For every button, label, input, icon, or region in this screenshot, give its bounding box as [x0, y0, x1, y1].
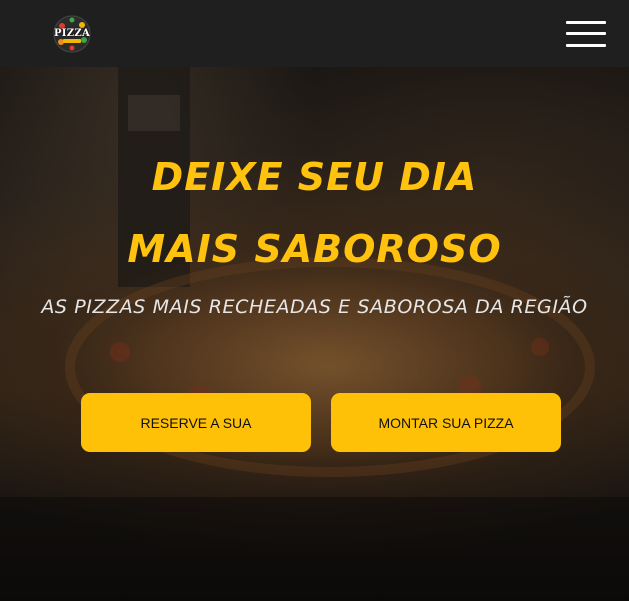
navbar: PIZZA	[0, 0, 629, 67]
menu-bar-middle	[566, 32, 606, 35]
menu-bar-top	[566, 20, 606, 24]
logo-text: PIZZA	[53, 28, 91, 39]
reserve-button[interactable]: RESERVE A SUA	[81, 393, 311, 452]
headline-line-2: MAIS SABOROSO	[127, 227, 502, 271]
pizza-logo[interactable]: PIZZA	[53, 14, 91, 53]
menu-bar-bottom	[566, 43, 606, 47]
headline-line-1: DEIXE SEU DIA	[151, 155, 478, 199]
hamburger-menu-icon[interactable]	[566, 20, 606, 47]
build-pizza-button[interactable]: MONTAR SUA PIZZA	[331, 393, 561, 452]
hero-section: DEIXE SEU DIA MAIS SABOROSO AS PIZZAS MA…	[0, 67, 629, 601]
hero-background-image	[0, 67, 629, 601]
hero-subtitle: AS PIZZAS MAIS RECHEADAS E SABOROSA DA R…	[41, 296, 588, 318]
